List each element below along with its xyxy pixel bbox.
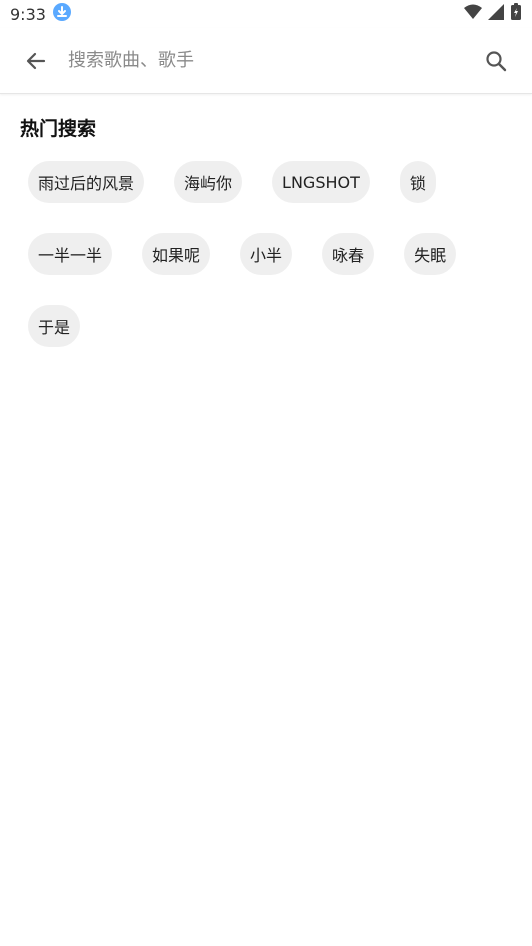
- status-time: 9:33: [10, 4, 46, 24]
- search-icon: [486, 50, 507, 71]
- hot-tag[interactable]: 失眠: [404, 233, 457, 275]
- hot-tag[interactable]: 雨过后的风景: [28, 161, 145, 203]
- hot-tag[interactable]: 小半: [240, 233, 293, 275]
- hot-tag[interactable]: 咏春: [322, 233, 375, 275]
- hot-tag[interactable]: 一半一半: [28, 233, 113, 275]
- status-right: [464, 3, 522, 25]
- hot-tag[interactable]: 锁: [399, 161, 436, 203]
- status-bar: 9:33: [0, 0, 532, 28]
- hot-tag[interactable]: LNGSHOT: [272, 161, 370, 203]
- back-button[interactable]: [18, 43, 54, 79]
- battery-icon: [510, 3, 522, 25]
- wifi-icon: [464, 4, 482, 24]
- hot-tag[interactable]: 于是: [28, 305, 81, 347]
- search-app-bar: [0, 28, 532, 94]
- arrow-left-icon: [26, 52, 46, 69]
- cell-signal-icon: [488, 4, 504, 24]
- download-icon: [52, 2, 72, 26]
- hot-tag[interactable]: 海屿你: [174, 161, 243, 203]
- status-left: 9:33: [10, 2, 72, 26]
- hot-search-title: 热门搜索: [20, 118, 97, 140]
- hot-tag[interactable]: 如果呢: [142, 233, 211, 275]
- search-input[interactable]: [66, 49, 466, 72]
- search-button[interactable]: [478, 43, 514, 79]
- hot-search-tags: 雨过后的风景 海屿你 LNGSHOT 锁 一半一半 如果呢 小半 咏春 失眠 于…: [0, 141, 532, 347]
